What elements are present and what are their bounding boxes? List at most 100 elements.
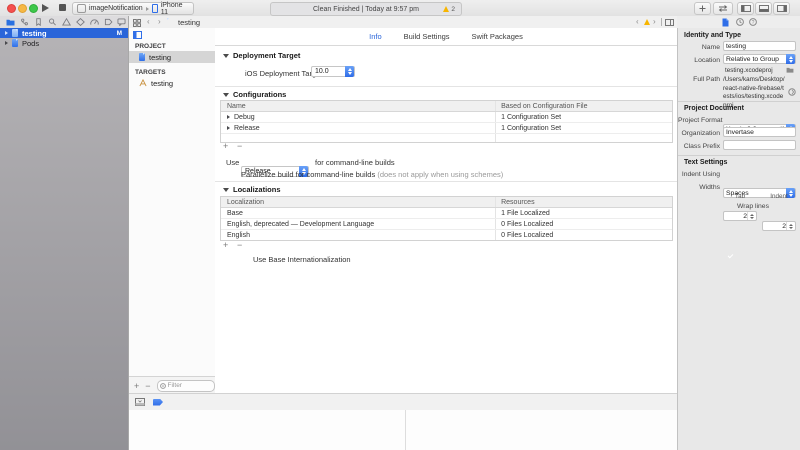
tab-swift-packages[interactable]: Swift Packages xyxy=(472,32,523,41)
issue-back-button[interactable]: ‹ xyxy=(636,16,639,27)
section-localizations[interactable]: Localizations xyxy=(223,185,281,194)
jumpbar-forward-button[interactable]: › xyxy=(158,16,161,27)
source-control-badge: M xyxy=(117,30,122,37)
stepper-arrows-icon[interactable] xyxy=(786,222,794,230)
section-disclosure-icon[interactable] xyxy=(223,54,229,58)
zoom-window-button[interactable] xyxy=(29,4,38,13)
navigator-item-testing[interactable]: testing M xyxy=(0,28,128,38)
library-add-button[interactable] xyxy=(694,2,711,15)
debug-bar xyxy=(128,393,677,411)
choose-folder-icon[interactable] xyxy=(786,67,794,73)
console-split-divider[interactable] xyxy=(405,410,406,450)
jumpbar-warning-icon[interactable] xyxy=(644,19,650,25)
deployment-target-combo[interactable]: 10.0 xyxy=(311,66,355,77)
stop-button[interactable] xyxy=(59,4,66,11)
table-row[interactable]: English 0 Files Localized xyxy=(221,230,672,240)
file-inspector-tab-icon[interactable] xyxy=(722,18,729,27)
run-button[interactable] xyxy=(42,4,49,12)
project-item-testing[interactable]: testing xyxy=(128,51,215,63)
add-button[interactable]: + xyxy=(134,381,139,391)
disclosure-triangle-icon[interactable] xyxy=(227,126,230,130)
test-navigator-icon[interactable] xyxy=(76,18,85,26)
inspector-divider xyxy=(678,101,800,102)
combo-stepper-icon[interactable] xyxy=(345,66,354,77)
editor-mode-button[interactable] xyxy=(713,2,733,15)
disclosure-triangle-icon[interactable] xyxy=(5,31,8,35)
close-window-button[interactable] xyxy=(7,4,16,13)
toggle-inspector-button[interactable] xyxy=(773,2,790,15)
table-row[interactable]: Base 1 File Localized xyxy=(221,208,672,219)
organization-field[interactable] xyxy=(723,127,796,137)
utilities-inspector: Identity and Type Name Location Relative… xyxy=(677,28,800,450)
breakpoint-navigator-icon[interactable] xyxy=(104,18,113,26)
column-name[interactable]: Name xyxy=(221,101,496,111)
run-destination[interactable]: iPhone 11 xyxy=(161,2,189,16)
column-resources[interactable]: Resources xyxy=(496,199,672,206)
issue-forward-button[interactable]: › xyxy=(653,16,656,27)
editor-tab-bar: Info Build Settings Swift Packages xyxy=(215,28,677,46)
add-localization-button[interactable]: + xyxy=(223,240,228,250)
history-inspector-tab-icon[interactable] xyxy=(736,18,744,26)
section-disclosure-icon[interactable] xyxy=(223,188,229,192)
class-prefix-field[interactable] xyxy=(723,140,796,150)
quick-help-inspector-tab-icon[interactable]: ? xyxy=(749,18,757,26)
table-row[interactable]: Debug 1 Configuration Set xyxy=(221,112,672,123)
section-title: Deployment Target xyxy=(233,51,300,60)
navigator-item-pods[interactable]: Pods xyxy=(0,38,128,48)
section-configurations[interactable]: Configurations xyxy=(223,90,286,99)
add-configuration-button[interactable]: + xyxy=(223,141,228,151)
remove-configuration-button[interactable]: − xyxy=(237,141,242,151)
jumpbar-back-button[interactable]: ‹ xyxy=(147,16,150,27)
target-item-label: testing xyxy=(151,79,173,88)
remove-localization-button[interactable]: − xyxy=(237,240,242,250)
column-localization[interactable]: Localization xyxy=(221,197,496,207)
toggle-navigator-button[interactable] xyxy=(737,2,754,15)
activity-status-text: Clean Finished | Today at 9:57 pm xyxy=(313,6,419,13)
issue-navigator-icon[interactable] xyxy=(62,18,71,26)
report-navigator-icon[interactable] xyxy=(117,18,126,26)
reveal-arrow-icon[interactable] xyxy=(788,88,796,96)
disclosure-triangle-icon[interactable] xyxy=(5,41,8,45)
scheme-name[interactable]: imageNotification xyxy=(89,5,143,12)
indent-using-label: Indent Using xyxy=(678,171,720,178)
tab-caption: Tab xyxy=(723,193,757,200)
section-disclosure-icon[interactable] xyxy=(223,93,229,97)
debug-navigator-icon[interactable] xyxy=(90,18,99,26)
table-row[interactable]: Release 1 Configuration Set xyxy=(221,123,672,134)
section-title: Configurations xyxy=(233,90,286,99)
stepper-arrows-icon[interactable] xyxy=(747,212,755,220)
indent-width-stepper[interactable]: 2 xyxy=(762,221,796,231)
jumpbar-file-name[interactable]: testing xyxy=(178,18,200,27)
hide-project-list-icon[interactable] xyxy=(133,31,142,39)
target-item-testing[interactable]: testing xyxy=(128,77,215,89)
hide-debug-area-icon[interactable] xyxy=(135,398,145,406)
project-navigator-icon[interactable] xyxy=(6,18,15,26)
breakpoints-toggle-icon[interactable] xyxy=(153,399,163,406)
toggle-debug-area-button[interactable] xyxy=(755,2,772,15)
find-navigator-icon[interactable] xyxy=(48,18,57,26)
scheme-selector[interactable]: imageNotification iPhone 11 xyxy=(72,2,194,15)
minimize-window-button[interactable] xyxy=(18,4,27,13)
filter-field[interactable]: Filter xyxy=(157,380,215,392)
section-deployment-target[interactable]: Deployment Target xyxy=(223,51,300,60)
editor-options-icon[interactable] xyxy=(665,19,674,26)
tab-info[interactable]: Info xyxy=(369,32,382,41)
project-item-label: testing xyxy=(149,53,171,62)
related-items-icon[interactable] xyxy=(133,19,141,27)
tab-width-stepper[interactable]: 2 xyxy=(723,211,757,221)
name-field[interactable] xyxy=(723,41,796,51)
disclosure-triangle-icon[interactable] xyxy=(227,115,230,119)
warning-count: 2 xyxy=(451,6,455,13)
remove-button[interactable]: − xyxy=(145,381,150,391)
location-value: Relative to Group xyxy=(726,56,779,63)
tab-build-settings[interactable]: Build Settings xyxy=(404,32,450,41)
location-popup[interactable]: Relative to Group xyxy=(723,54,796,64)
column-based-on[interactable]: Based on Configuration File xyxy=(496,103,672,110)
iphone-icon xyxy=(152,4,158,13)
popup-stepper-icon[interactable] xyxy=(786,54,795,64)
navigator-split-divider[interactable] xyxy=(128,16,129,450)
source-control-navigator-icon[interactable] xyxy=(20,18,29,26)
symbol-navigator-icon[interactable] xyxy=(34,18,43,26)
table-row[interactable]: English, deprecated — Development Langua… xyxy=(221,219,672,230)
issues-badge[interactable]: 2 xyxy=(443,6,455,13)
